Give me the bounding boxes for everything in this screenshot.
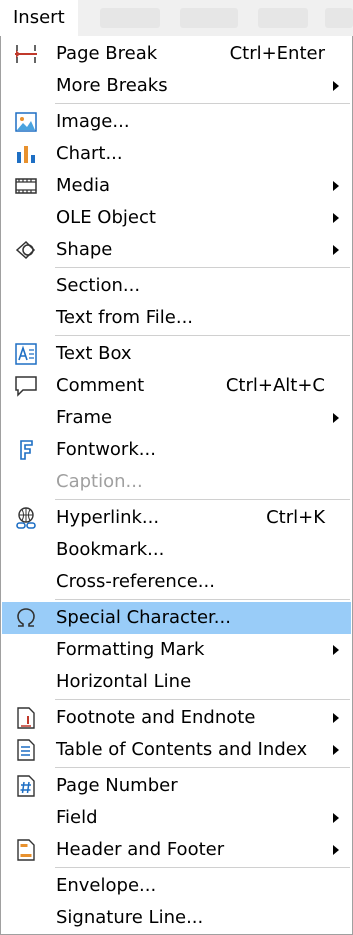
submenu-arrow-icon — [333, 245, 339, 255]
menu-item-media[interactable]: Media — [2, 170, 351, 202]
menu-item-label: Comment — [56, 375, 145, 396]
menu-item-label: Text from File... — [56, 307, 194, 328]
menu-item-field[interactable]: Field — [2, 802, 351, 834]
omega-icon — [17, 608, 35, 627]
menu-item-text-box[interactable]: Text Box — [2, 338, 351, 370]
menu-item-label: Hyperlink... — [56, 507, 160, 528]
submenu-arrow-icon — [333, 81, 339, 91]
menu-item-label: Caption... — [56, 471, 143, 492]
menu-item-bookmark[interactable]: Bookmark... — [2, 534, 351, 566]
menu-item-shape[interactable]: Shape — [2, 234, 351, 266]
text-box-icon — [15, 343, 37, 365]
menu-item-label: Page Break — [56, 43, 158, 64]
menu-item-label: Header and Footer — [56, 839, 225, 860]
menu-item-section[interactable]: Section... — [2, 270, 351, 302]
submenu-arrow-icon — [333, 845, 339, 855]
header-footer-icon — [17, 839, 35, 861]
insert-menu: Page Break Ctrl+Enter More Breaks Image.… — [0, 36, 353, 935]
menu-item-signature-line[interactable]: Signature Line... — [2, 902, 351, 934]
menu-item-more-breaks[interactable]: More Breaks — [2, 70, 351, 102]
fontwork-icon — [20, 440, 33, 460]
submenu-arrow-icon — [333, 813, 339, 823]
shape-icon — [15, 240, 36, 260]
menu-item-label: OLE Object — [56, 207, 156, 228]
image-icon — [15, 112, 37, 132]
menu-item-label: Fontwork... — [56, 439, 156, 460]
submenu-arrow-icon — [333, 645, 339, 655]
submenu-arrow-icon — [333, 181, 339, 191]
page-number-icon — [17, 775, 35, 797]
separator — [55, 335, 350, 336]
menu-item-label: Page Number — [56, 775, 178, 796]
menu-item-ole-object[interactable]: OLE Object — [2, 202, 351, 234]
menu-item-frame[interactable]: Frame — [2, 402, 351, 434]
menu-item-chart[interactable]: Chart... — [2, 138, 351, 170]
menu-item-label: Frame — [56, 407, 113, 428]
chart-icon — [17, 146, 35, 163]
menu-item-label: More Breaks — [56, 75, 168, 96]
menu-bar: Insert — [0, 0, 353, 36]
separator — [55, 767, 350, 768]
menu-item-shortcut: Ctrl+Alt+C — [225, 375, 325, 396]
menu-item-label: Envelope... — [56, 875, 157, 896]
menu-item-label: Media — [56, 175, 111, 196]
menu-item-horizontal-line[interactable]: Horizontal Line — [2, 666, 351, 698]
submenu-arrow-icon — [333, 213, 339, 223]
menu-item-special-character[interactable]: Special Character... — [2, 602, 351, 634]
menu-item-footnote-and-endnote[interactable]: Footnote and Endnote — [2, 702, 351, 734]
menu-item-caption[interactable]: Caption... — [2, 466, 351, 498]
menu-bar-item-blurred[interactable] — [325, 8, 353, 28]
menu-item-table-of-contents-and-index[interactable]: Table of Contents and Index — [2, 734, 351, 766]
menu-item-page-number[interactable]: Page Number — [2, 770, 351, 802]
menu-bar-item-blurred[interactable] — [100, 8, 160, 28]
menu-item-label: Table of Contents and Index — [56, 739, 308, 760]
menu-item-label: Field — [56, 807, 98, 828]
page-break-icon — [15, 45, 37, 63]
menu-item-header-and-footer[interactable]: Header and Footer — [2, 834, 351, 866]
separator — [55, 599, 350, 600]
menu-item-label: Chart... — [56, 143, 123, 164]
menu-item-label: Bookmark... — [56, 539, 165, 560]
menu-item-fontwork[interactable]: Fontwork... — [2, 434, 351, 466]
hyperlink-icon — [16, 507, 36, 529]
menu-item-label: Formatting Mark — [56, 639, 205, 660]
menu-item-text-from-file[interactable]: Text from File... — [2, 302, 351, 334]
footnote-icon — [17, 707, 35, 729]
menu-bar-item-blurred[interactable] — [258, 8, 308, 28]
separator — [55, 867, 350, 868]
submenu-arrow-icon — [333, 413, 339, 423]
menu-item-formatting-mark[interactable]: Formatting Mark — [2, 634, 351, 666]
menu-item-label: Shape — [56, 239, 113, 260]
menu-item-image[interactable]: Image... — [2, 106, 351, 138]
menu-bar-item-blurred[interactable] — [180, 8, 238, 28]
menu-item-shortcut: Ctrl+K — [266, 507, 325, 528]
menu-item-label: Section... — [56, 275, 141, 296]
comment-icon — [15, 376, 37, 397]
menu-item-hyperlink[interactable]: Hyperlink... Ctrl+K — [2, 502, 351, 534]
table-of-contents-icon — [17, 739, 35, 761]
submenu-arrow-icon — [333, 713, 339, 723]
menu-item-envelope[interactable]: Envelope... — [2, 870, 351, 902]
separator — [55, 267, 350, 268]
menu-item-label: Special Character... — [56, 607, 231, 628]
menu-item-label: Image... — [56, 111, 130, 132]
menu-item-label: Footnote and Endnote — [56, 707, 256, 728]
menu-item-cross-reference[interactable]: Cross-reference... — [2, 566, 351, 598]
separator — [55, 103, 350, 104]
submenu-arrow-icon — [333, 745, 339, 755]
separator — [55, 699, 350, 700]
menu-item-page-break[interactable]: Page Break Ctrl+Enter — [2, 38, 351, 70]
menu-item-label: Signature Line... — [56, 907, 204, 928]
menu-item-label: Cross-reference... — [56, 571, 215, 592]
menu-item-shortcut: Ctrl+Enter — [229, 43, 325, 64]
menu-item-comment[interactable]: Comment Ctrl+Alt+C — [2, 370, 351, 402]
film-icon — [15, 178, 37, 194]
menu-item-label: Text Box — [56, 343, 132, 364]
menu-insert[interactable]: Insert — [0, 0, 78, 36]
menu-item-label: Horizontal Line — [56, 671, 192, 692]
separator — [55, 499, 350, 500]
